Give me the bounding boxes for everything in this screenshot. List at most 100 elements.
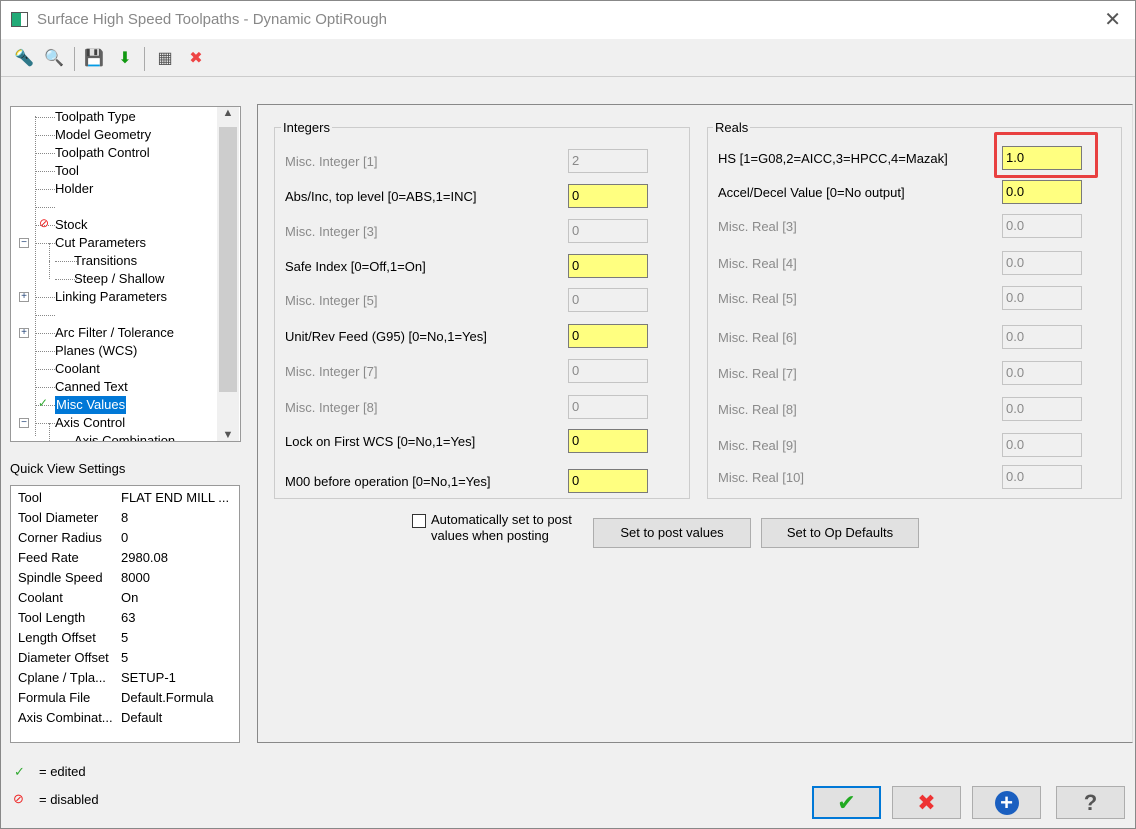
- quick-view-value: Default.Formula: [121, 690, 214, 705]
- quick-view-value: 8000: [121, 570, 150, 585]
- auto-set-checkbox[interactable]: [412, 514, 426, 528]
- tree-item[interactable]: [11, 198, 221, 216]
- tree-item[interactable]: − Axis Control: [11, 414, 221, 432]
- quick-view-key: Tool Diameter: [18, 510, 99, 525]
- view-table-icon[interactable]: 🔍: [43, 47, 65, 69]
- legend-edited: = edited: [39, 764, 86, 779]
- reals-field-6: 0.0: [1002, 325, 1082, 349]
- field-label: Misc. Integer [1]: [285, 154, 378, 169]
- tool-icon[interactable]: 🔦: [13, 47, 35, 69]
- tree-item[interactable]: − Cut Parameters: [11, 234, 221, 252]
- tree-item-label: Misc Values: [55, 396, 127, 414]
- tree-item-label: Planes (WCS): [55, 343, 138, 358]
- close-window-icon[interactable]: ✖: [185, 47, 207, 69]
- tree-item-label: Axis Control: [55, 415, 126, 430]
- integers-field-5: 0: [568, 288, 648, 312]
- tree-item-label: Transitions: [74, 253, 138, 268]
- ok-button[interactable]: ✔: [812, 786, 881, 819]
- reals-group: HS [1=G08,2=AICC,3=HPCC,4=Mazak] 1.0 Accel…: [707, 127, 1122, 499]
- set-to-post-values-button[interactable]: Set to post values: [593, 518, 751, 548]
- integers-field-9[interactable]: 0: [568, 429, 648, 453]
- load-icon[interactable]: ⬇: [114, 47, 136, 69]
- disabled-icon: ⊘: [13, 791, 24, 806]
- navigation-tree[interactable]: Toolpath Type Model Geometry Toolpath Cont…: [10, 106, 241, 442]
- tree-item[interactable]: Model Geometry: [11, 126, 221, 144]
- tree-item-label: Stock: [55, 217, 88, 232]
- reals-field-5: 0.0: [1002, 286, 1082, 310]
- quick-view-value: 2980.08: [121, 550, 168, 565]
- tree-item[interactable]: Toolpath Control: [11, 144, 221, 162]
- title-bar: Surface High Speed Toolpaths - Dynamic O…: [1, 1, 1135, 39]
- quick-view-value: Default: [121, 710, 163, 725]
- integers-field-2[interactable]: 0: [568, 184, 648, 208]
- expand-icon[interactable]: +: [19, 328, 29, 338]
- reals-title: Reals: [713, 120, 751, 135]
- field-label: M00 before operation [0=No,1=Yes]: [285, 474, 491, 489]
- calculator-icon[interactable]: ▦: [154, 47, 176, 69]
- integers-field-7: 0: [568, 359, 648, 383]
- tree-item[interactable]: Holder: [11, 180, 221, 198]
- edited-check-icon: ✓: [14, 764, 25, 779]
- collapse-icon[interactable]: −: [19, 238, 29, 248]
- tree-item[interactable]: Toolpath Type: [11, 108, 221, 126]
- integers-field-8: 0: [568, 395, 648, 419]
- tree-item-label: Holder: [55, 181, 94, 196]
- scroll-down-icon[interactable]: ▼: [217, 429, 239, 441]
- integers-field-6[interactable]: 0: [568, 324, 648, 348]
- tree-item[interactable]: ⊘ Stock: [11, 216, 221, 234]
- reals-field-9: 0.0: [1002, 433, 1082, 457]
- tree-item[interactable]: Tool: [11, 162, 221, 180]
- field-label: HS [1=G08,2=AICC,3=HPCC,4=Mazak]: [718, 151, 948, 166]
- quick-view-value: On: [121, 590, 139, 605]
- help-button[interactable]: ?: [1056, 786, 1125, 819]
- quick-view-key: Feed Rate: [18, 550, 79, 565]
- x-icon: ✖: [917, 790, 936, 815]
- tree-item-label: Arc Filter / Tolerance: [55, 325, 174, 340]
- integers-field-10[interactable]: 0: [568, 469, 648, 493]
- field-label: Lock on First WCS [0=No,1=Yes]: [285, 434, 476, 449]
- field-label: Misc. Integer [5]: [285, 293, 378, 308]
- scroll-thumb[interactable]: [219, 127, 237, 392]
- integers-field-4[interactable]: 0: [568, 254, 648, 278]
- tree-item[interactable]: Steep / Shallow: [11, 261, 221, 288]
- tree-item[interactable]: Axis Combination: [11, 423, 221, 441]
- collapse-icon[interactable]: −: [19, 418, 29, 428]
- quick-view-panel: Tool FLAT END MILL ... Tool Diameter 8 Corne…: [10, 485, 240, 743]
- reals-field-2[interactable]: 0.0: [1002, 180, 1082, 204]
- tree-item-label: Model Geometry: [55, 127, 152, 142]
- field-label: Safe Index [0=Off,1=On]: [285, 259, 426, 274]
- dialog-window: Surface High Speed Toolpaths - Dynamic O…: [0, 0, 1136, 829]
- tree-item[interactable]: Canned Text: [11, 378, 221, 396]
- integers-group: Misc. Integer [1] 2 Abs/Inc, top level [0=…: [274, 127, 690, 499]
- integers-field-1: 2: [568, 149, 648, 173]
- quick-view-value: 5: [121, 650, 129, 665]
- tree-item-label: Linking Parameters: [55, 289, 167, 304]
- set-to-op-defaults-button[interactable]: Set to Op Defaults: [761, 518, 919, 548]
- tree-item-label: Cut Parameters: [55, 235, 147, 250]
- tree-item[interactable]: Coolant: [11, 360, 221, 378]
- quick-view-value: 5: [121, 630, 129, 645]
- quick-view-key: Cplane / Tpla...: [18, 670, 106, 685]
- quick-view-value: FLAT END MILL ...: [121, 490, 230, 505]
- tree-item[interactable]: [11, 306, 221, 324]
- edited-check-icon: ✓: [38, 396, 49, 410]
- plus-icon: +: [994, 791, 1019, 815]
- quick-view-key: Formula File: [18, 690, 91, 705]
- reals-field-4: 0.0: [1002, 251, 1082, 275]
- tree-item[interactable]: Planes (WCS): [11, 342, 221, 360]
- save-icon[interactable]: 💾: [83, 47, 105, 69]
- add-button[interactable]: +: [972, 786, 1041, 819]
- cancel-button[interactable]: ✖: [892, 786, 961, 819]
- tree-item[interactable]: Transitions: [11, 243, 221, 270]
- tree-item[interactable]: + Linking Parameters: [11, 288, 221, 306]
- close-icon[interactable]: ✕: [1104, 7, 1121, 32]
- expand-icon[interactable]: +: [19, 292, 29, 302]
- tree-item[interactable]: ✓ Misc Values: [11, 396, 221, 414]
- field-label: Misc. Real [10]: [718, 470, 804, 485]
- field-label: Misc. Integer [8]: [285, 400, 378, 415]
- tree-item-label: Coolant: [55, 361, 100, 376]
- field-label: Abs/Inc, top level [0=ABS,1=INC]: [285, 189, 477, 204]
- scroll-up-icon[interactable]: ▲: [217, 107, 239, 119]
- field-label: Accel/Decel Value [0=No output]: [718, 185, 905, 200]
- tree-item[interactable]: + Arc Filter / Tolerance: [11, 324, 221, 342]
